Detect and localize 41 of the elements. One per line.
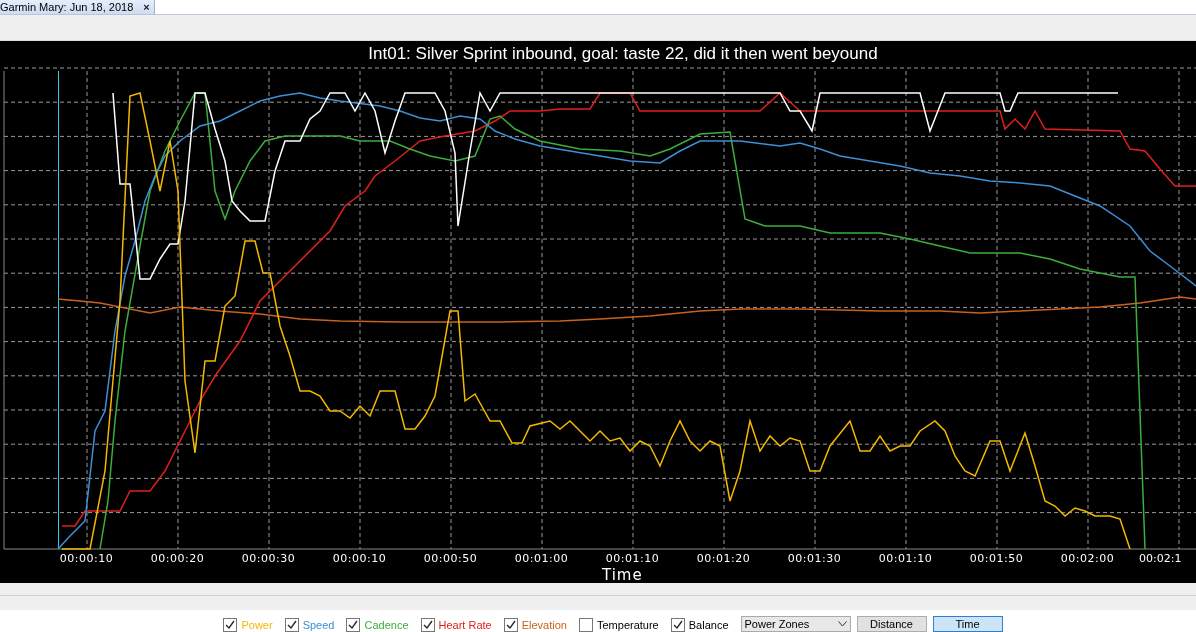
legend-label: Speed bbox=[302, 618, 335, 631]
axis-button[interactable]: Time bbox=[932, 616, 1003, 632]
legend-label: Cadence bbox=[364, 618, 409, 631]
chevron-icon bbox=[837, 621, 847, 627]
axis-tick-label: 00:00:10 bbox=[58, 552, 115, 566]
legend-label: Power bbox=[241, 618, 273, 631]
check-icon bbox=[286, 620, 297, 629]
axis-tick-label: 00:00:50 bbox=[422, 552, 479, 566]
checkbox[interactable] bbox=[420, 617, 435, 632]
axis-tick-label: 00:00:30 bbox=[240, 552, 297, 566]
legend-label: Temperature bbox=[597, 618, 659, 631]
axis-tick-label: 00:01:20 bbox=[695, 552, 752, 566]
close-icon[interactable]: × bbox=[143, 0, 150, 14]
axis-tick-label: 00:02:00 bbox=[1059, 552, 1116, 566]
axis-title: Time bbox=[602, 566, 643, 583]
checkbox[interactable] bbox=[670, 617, 685, 632]
checkbox[interactable] bbox=[579, 617, 593, 632]
legend-label: Elevation bbox=[521, 618, 567, 631]
legend-label: Heart Rate bbox=[438, 618, 492, 631]
check-icon bbox=[225, 620, 236, 629]
axis-tick-label: 00:01:50 bbox=[968, 552, 1025, 566]
check-icon bbox=[422, 620, 433, 629]
axis-button[interactable]: Distance bbox=[856, 616, 927, 632]
check-icon bbox=[348, 620, 359, 629]
axis-tick-label: 00:01:30 bbox=[786, 552, 843, 566]
axis-tick-label: 00:02:1 bbox=[1139, 552, 1182, 566]
document-tab[interactable]: Garmin Mary: Jun 18, 2018 × bbox=[0, 0, 155, 14]
legend-label: Balance bbox=[688, 618, 729, 631]
axis-tick-label: 00:01:10 bbox=[604, 552, 661, 566]
checkbox[interactable] bbox=[284, 617, 299, 632]
axis-tick-label: 00:01:10 bbox=[877, 552, 934, 566]
checkbox[interactable] bbox=[223, 617, 238, 632]
axis-tick-label: 00:00:20 bbox=[149, 552, 206, 566]
check-icon bbox=[505, 620, 516, 629]
check-icon bbox=[672, 620, 683, 629]
axis-tick-label: 00:01:00 bbox=[513, 552, 570, 566]
chart-title: Int01: Silver Sprint inbound, goal: taste 22, did it then went beyound bbox=[367, 43, 878, 64]
checkbox[interactable] bbox=[346, 617, 361, 632]
zone-dropdown[interactable]: Power Zones bbox=[740, 616, 851, 632]
axis-tick-label: 00:00:10 bbox=[331, 552, 388, 566]
checkbox[interactable] bbox=[503, 617, 518, 632]
